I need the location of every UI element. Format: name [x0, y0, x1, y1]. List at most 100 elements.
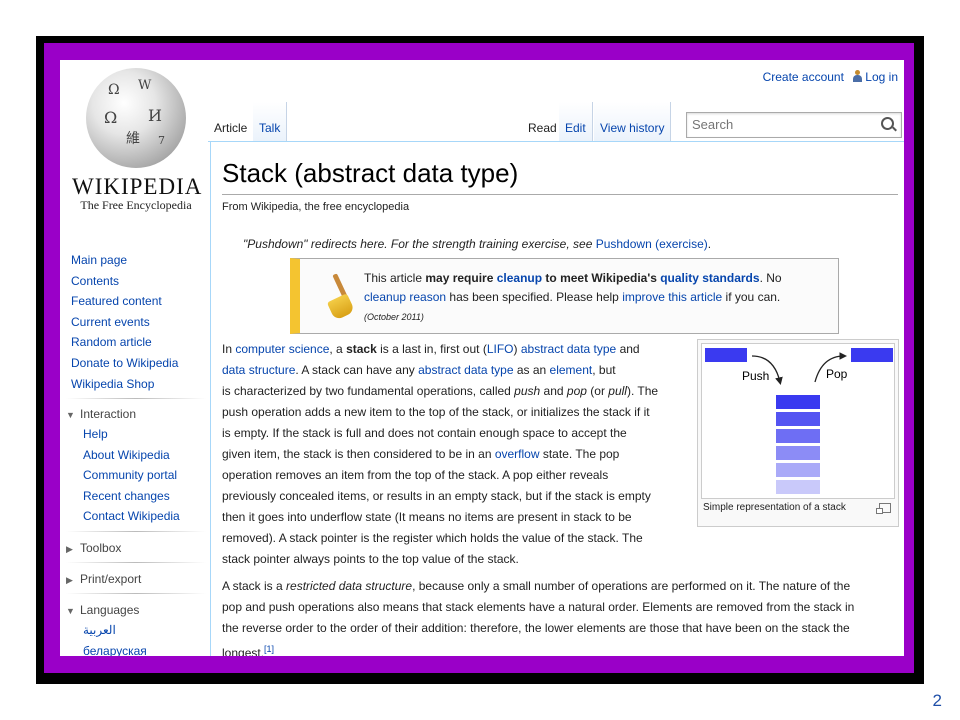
interaction-toggle[interactable]: ▼ Interaction — [66, 404, 198, 424]
stack-bold: stack — [346, 342, 377, 356]
abstract-data-type-link[interactable]: abstract data type — [521, 342, 616, 356]
cleanup-notice: This article may require cleanup to meet… — [290, 258, 839, 334]
notice-bold: may require — [425, 271, 497, 285]
sidebar-item-main-page[interactable]: Main page — [71, 250, 203, 271]
tab-talk[interactable]: Talk — [253, 102, 288, 142]
wikipedia-logo[interactable]: Ω W Ω И 維 7 WIKIPEDIA The Free Encyclope… — [72, 68, 203, 228]
sidebar-item-wikipedia-shop[interactable]: Wikipedia Shop — [71, 374, 203, 395]
stack-diagram[interactable]: Push Pop — [701, 343, 895, 499]
notice-text-part: . No — [759, 271, 782, 285]
hatnote-quote: "Pushdown" — [243, 237, 308, 251]
para2-line: longest.[1] — [222, 644, 275, 656]
notice-text-part: has been specified. Please help — [446, 290, 623, 304]
tagline: The Free Encyclopedia — [80, 198, 192, 212]
search-box — [686, 112, 902, 138]
element-link[interactable]: element — [550, 363, 593, 377]
sidebar-item-current-events[interactable]: Current events — [71, 312, 203, 333]
para1-line: push operation adds a new item to the to… — [222, 405, 650, 419]
triangle-down-icon: ▼ — [66, 606, 75, 616]
stack-cell — [776, 412, 820, 426]
stack-figure: Push Pop Simple representation of a stac… — [697, 339, 899, 527]
article-content: Stack (abstract data type) From Wikipedi… — [210, 142, 904, 656]
languages-heading: Languages — [80, 603, 140, 617]
notice-text-part: This article — [364, 271, 426, 285]
user-icon — [853, 70, 863, 82]
cleanup-reason-link[interactable]: cleanup reason — [364, 290, 446, 304]
para1-line: stack pointer always points to the top v… — [222, 552, 519, 566]
wordmark: WIKIPEDIA — [72, 174, 203, 199]
toolbox-toggle[interactable]: ▶ Toolbox — [66, 538, 198, 558]
para2-line: pop and push operations also means that … — [222, 600, 855, 614]
languages-portlet: ▼ Languages العربية беларуская — [66, 600, 198, 656]
stack-cell — [776, 395, 820, 409]
data-structure-link[interactable]: data structure — [222, 363, 295, 377]
para1-line: data structure. A stack can have any abs… — [222, 363, 616, 377]
triangle-right-icon: ▶ — [66, 575, 73, 585]
sidebar-item-community-portal[interactable]: Community portal — [66, 465, 198, 486]
slide-number: 2 — [932, 691, 942, 710]
notice-text-part: if you can. — [722, 290, 781, 304]
notice-bold: to meet Wikipedia's — [542, 271, 661, 285]
sidebar-item-help[interactable]: Help — [66, 424, 198, 445]
lifo-link[interactable]: LIFO — [487, 342, 514, 356]
para1-line: removed). A stack pointer is the registe… — [222, 531, 643, 545]
stack-cell — [776, 446, 820, 460]
sidebar-item-featured-content[interactable]: Featured content — [71, 291, 203, 312]
computer-science-link[interactable]: computer science — [235, 342, 329, 356]
broom-icon — [322, 271, 362, 321]
para1-line: In computer science, a stack is a last i… — [222, 342, 640, 356]
puzzle-globe-icon: Ω W Ω И 維 7 — [86, 68, 186, 168]
tab-view-history[interactable]: View history — [594, 102, 672, 142]
create-account-link[interactable]: Create account — [763, 70, 844, 84]
para1-line: previously concealed items, or results i… — [222, 489, 651, 503]
stack-cell — [776, 463, 820, 477]
search-input[interactable] — [687, 113, 877, 135]
print-export-heading: Print/export — [80, 572, 142, 586]
stack-diagram-svg: Push Pop — [705, 348, 893, 494]
triangle-down-icon: ▼ — [66, 410, 75, 420]
tab-article[interactable]: Article — [208, 102, 255, 142]
log-in-link[interactable]: Log in — [865, 70, 898, 84]
sidebar-item-donate[interactable]: Donate to Wikipedia — [71, 353, 203, 374]
quality-standards-link[interactable]: quality standards — [660, 271, 759, 285]
languages-toggle[interactable]: ▼ Languages — [66, 600, 198, 620]
page-title: Stack (abstract data type) — [222, 158, 519, 188]
push-label: Push — [742, 369, 769, 383]
pop-label: Pop — [826, 367, 848, 381]
sidebar-item-random-article[interactable]: Random article — [71, 332, 203, 353]
notice-text: This article may require cleanup to meet… — [364, 269, 832, 327]
sidebar-item-contents[interactable]: Contents — [71, 271, 203, 292]
sidebar-navigation: Main page Contents Featured content Curr… — [71, 250, 203, 394]
browser-screenshot: Ω W Ω И 維 7 WIKIPEDIA The Free Encyclope… — [60, 60, 904, 656]
sidebar-item-contact[interactable]: Contact Wikipedia — [66, 506, 198, 527]
figure-caption: Simple representation of a stack — [703, 502, 846, 513]
triangle-right-icon: ▶ — [66, 544, 73, 554]
personal-tools: Create account Log in — [763, 70, 898, 84]
push-element — [705, 348, 747, 362]
search-icon[interactable] — [881, 117, 894, 130]
sidebar-item-about[interactable]: About Wikipedia — [66, 445, 198, 466]
reference-link[interactable]: [1] — [264, 644, 274, 654]
improve-article-link[interactable]: improve this article — [622, 290, 722, 304]
tab-read[interactable]: Read — [522, 102, 564, 142]
language-belarusian[interactable]: беларуская — [66, 641, 198, 656]
abstract-data-type-link[interactable]: abstract data type — [418, 363, 513, 377]
divider — [66, 593, 206, 594]
divider — [66, 531, 206, 532]
para1-line: operation removes an item from the top o… — [222, 468, 609, 482]
para1-line: is empty. If the stack is full and does … — [222, 426, 627, 440]
toolbox-portlet: ▶ Toolbox — [66, 538, 198, 558]
enlarge-icon[interactable] — [876, 503, 891, 514]
interaction-portlet: ▼ Interaction Help About Wikipedia Commun… — [66, 404, 198, 527]
print-export-toggle[interactable]: ▶ Print/export — [66, 569, 198, 589]
hatnote-link[interactable]: Pushdown (exercise) — [596, 237, 708, 251]
overflow-link[interactable]: overflow — [495, 447, 540, 461]
cleanup-link[interactable]: cleanup — [497, 271, 542, 285]
para1-line: is characterized by two fundamental oper… — [222, 384, 659, 398]
sidebar-item-recent-changes[interactable]: Recent changes — [66, 486, 198, 507]
tab-edit[interactable]: Edit — [559, 102, 593, 142]
para1-line: given item, the stack is then considered… — [222, 447, 620, 461]
interaction-heading: Interaction — [80, 407, 137, 421]
language-arabic[interactable]: العربية — [66, 620, 198, 641]
notice-date: (October 2011) — [364, 312, 424, 322]
